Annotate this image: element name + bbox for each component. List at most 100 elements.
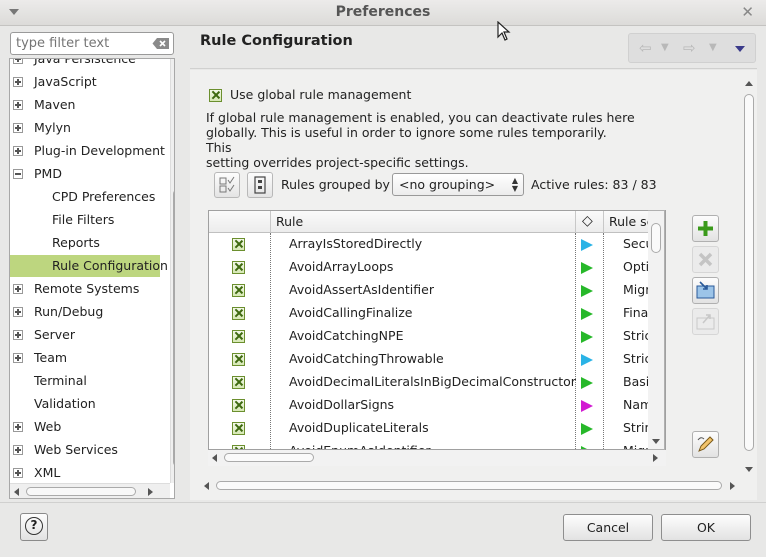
rule-checkbox[interactable] xyxy=(232,422,245,435)
tree-hscroll-thumb[interactable] xyxy=(26,487,136,496)
filter-input[interactable] xyxy=(11,33,149,54)
rule-checkbox[interactable] xyxy=(232,330,245,343)
group-toggle-button[interactable] xyxy=(247,172,273,198)
rule-checkbox[interactable] xyxy=(232,238,245,251)
grouping-select[interactable]: <no grouping> ▲ ▼ xyxy=(392,173,524,196)
scroll-up-icon[interactable] xyxy=(745,81,753,86)
scroll-right-icon[interactable] xyxy=(148,488,153,496)
page-hscroll-thumb[interactable] xyxy=(216,481,722,490)
tree-scroll-thumb[interactable] xyxy=(173,189,174,467)
ok-button[interactable]: OK xyxy=(661,514,751,541)
remove-rule-button[interactable] xyxy=(692,246,719,273)
tree-vertical-scrollbar[interactable] xyxy=(170,59,175,483)
rule-checkbox[interactable] xyxy=(232,376,245,389)
tree-item[interactable]: Team xyxy=(10,347,160,369)
scroll-up-icon[interactable] xyxy=(174,67,175,72)
scroll-right-icon[interactable] xyxy=(730,482,735,490)
page-scroll-thumb[interactable] xyxy=(744,94,754,451)
import-button[interactable] xyxy=(692,277,719,304)
forward-arrow-icon[interactable]: ⇨ xyxy=(683,39,696,57)
table-row[interactable]: AvoidEnumAsIdentifierMigration xyxy=(209,440,665,449)
view-menu-icon[interactable] xyxy=(735,46,745,52)
scroll-left-icon[interactable] xyxy=(212,454,217,462)
expand-icon[interactable] xyxy=(13,353,23,363)
table-row[interactable]: AvoidDecimalLiteralsInBigDecimalConstruc… xyxy=(209,371,665,394)
forward-dropdown-icon[interactable]: ▼ xyxy=(709,42,717,53)
export-button[interactable] xyxy=(692,308,719,335)
expand-icon[interactable] xyxy=(13,468,23,478)
column-header-checkbox[interactable] xyxy=(209,211,271,233)
help-button[interactable]: ? xyxy=(20,513,48,541)
column-header-priority[interactable]: ◇ xyxy=(576,211,604,233)
page-horizontal-scrollbar[interactable] xyxy=(200,478,742,494)
add-rule-button[interactable] xyxy=(692,215,719,242)
table-row[interactable]: AvoidCatchingNPEStrict Exceptions xyxy=(209,325,665,348)
table-hscroll-thumb[interactable] xyxy=(224,453,314,462)
tree-horizontal-scrollbar[interactable] xyxy=(10,483,170,498)
preference-tree[interactable]: Java Persistence JavaScript Maven Mylyn Plug… xyxy=(9,58,175,499)
scroll-down-icon[interactable] xyxy=(745,467,753,472)
filter-field[interactable] xyxy=(10,32,174,55)
tree-item[interactable]: Terminal xyxy=(10,370,160,392)
tree-item[interactable]: Mylyn xyxy=(10,117,160,139)
table-row[interactable]: AvoidCallingFinalizeFinalizer xyxy=(209,302,665,325)
column-header-rule[interactable]: Rule xyxy=(271,211,576,233)
scroll-left-icon[interactable] xyxy=(204,482,209,490)
rule-checkbox[interactable] xyxy=(232,399,245,412)
tree-item[interactable]: CPD Preferences xyxy=(10,186,160,208)
table-horizontal-scrollbar[interactable] xyxy=(208,450,666,466)
table-row[interactable]: AvoidAssertAsIdentifierMigration xyxy=(209,279,665,302)
close-icon[interactable]: ✕ xyxy=(741,3,754,21)
tree-item[interactable]: XML xyxy=(10,462,160,484)
rule-checkbox[interactable] xyxy=(232,353,245,366)
table-scroll-thumb[interactable] xyxy=(651,223,661,253)
tree-item[interactable]: Web xyxy=(10,416,160,438)
expand-icon[interactable] xyxy=(13,330,23,340)
clear-filter-icon[interactable] xyxy=(152,37,170,50)
global-rule-checkbox[interactable] xyxy=(209,89,222,102)
table-row[interactable]: AvoidDollarSignsNaming xyxy=(209,394,665,417)
edit-rule-button[interactable] xyxy=(692,431,719,458)
tree-item[interactable]: File Filters xyxy=(10,209,160,231)
back-arrow-icon[interactable]: ⇦ xyxy=(639,39,652,57)
collapse-icon[interactable] xyxy=(13,169,23,179)
check-all-button[interactable] xyxy=(214,172,240,198)
tree-item[interactable]: Reports xyxy=(10,232,160,254)
tree-item[interactable]: Remote Systems xyxy=(10,278,160,300)
rule-checkbox[interactable] xyxy=(232,261,245,274)
table-row[interactable]: ArrayIsStoredDirectlySecurity xyxy=(209,233,665,256)
back-dropdown-icon[interactable]: ▼ xyxy=(661,42,669,53)
global-rule-label[interactable]: Use global rule management xyxy=(230,87,411,102)
expand-icon[interactable] xyxy=(13,123,23,133)
expand-icon[interactable] xyxy=(13,100,23,110)
tree-item[interactable]: Java Persistence xyxy=(10,59,160,70)
tree-item[interactable]: Plug-in Development xyxy=(10,140,165,162)
expand-icon[interactable] xyxy=(13,59,23,64)
expand-icon[interactable] xyxy=(13,284,23,294)
page-vertical-scrollbar[interactable] xyxy=(742,78,757,480)
expand-icon[interactable] xyxy=(13,307,23,317)
tree-item[interactable]: JavaScript xyxy=(10,71,160,93)
cancel-button[interactable]: Cancel xyxy=(563,514,653,541)
table-row[interactable]: AvoidCatchingThrowableStrict Exceptions xyxy=(209,348,665,371)
expand-icon[interactable] xyxy=(13,77,23,87)
rule-checkbox[interactable] xyxy=(232,307,245,320)
expand-icon[interactable] xyxy=(13,422,23,432)
scroll-down-icon[interactable] xyxy=(652,439,660,444)
expand-icon[interactable] xyxy=(13,445,23,455)
tree-item[interactable]: Rule Configuration xyxy=(10,255,168,277)
table-row[interactable]: AvoidArrayLoopsOptimization xyxy=(209,256,665,279)
tree-item[interactable]: Maven xyxy=(10,94,160,116)
table-vertical-scrollbar[interactable] xyxy=(648,210,665,450)
scroll-left-icon[interactable] xyxy=(14,488,19,496)
rules-table[interactable]: Rule ◇ Rule set ArrayIsStoredDirectly Sec… xyxy=(208,210,666,450)
table-row[interactable]: AvoidDuplicateLiteralsString and StringB… xyxy=(209,417,665,440)
expand-icon[interactable] xyxy=(13,146,23,156)
tree-item[interactable]: Run/Debug xyxy=(10,301,160,323)
tree-item[interactable]: Validation xyxy=(10,393,160,415)
tree-item[interactable]: Web Services xyxy=(10,439,160,461)
scroll-right-icon[interactable] xyxy=(653,454,658,462)
tree-item[interactable]: PMD xyxy=(10,163,160,185)
tree-item[interactable]: Server xyxy=(10,324,160,346)
rule-checkbox[interactable] xyxy=(232,284,245,297)
